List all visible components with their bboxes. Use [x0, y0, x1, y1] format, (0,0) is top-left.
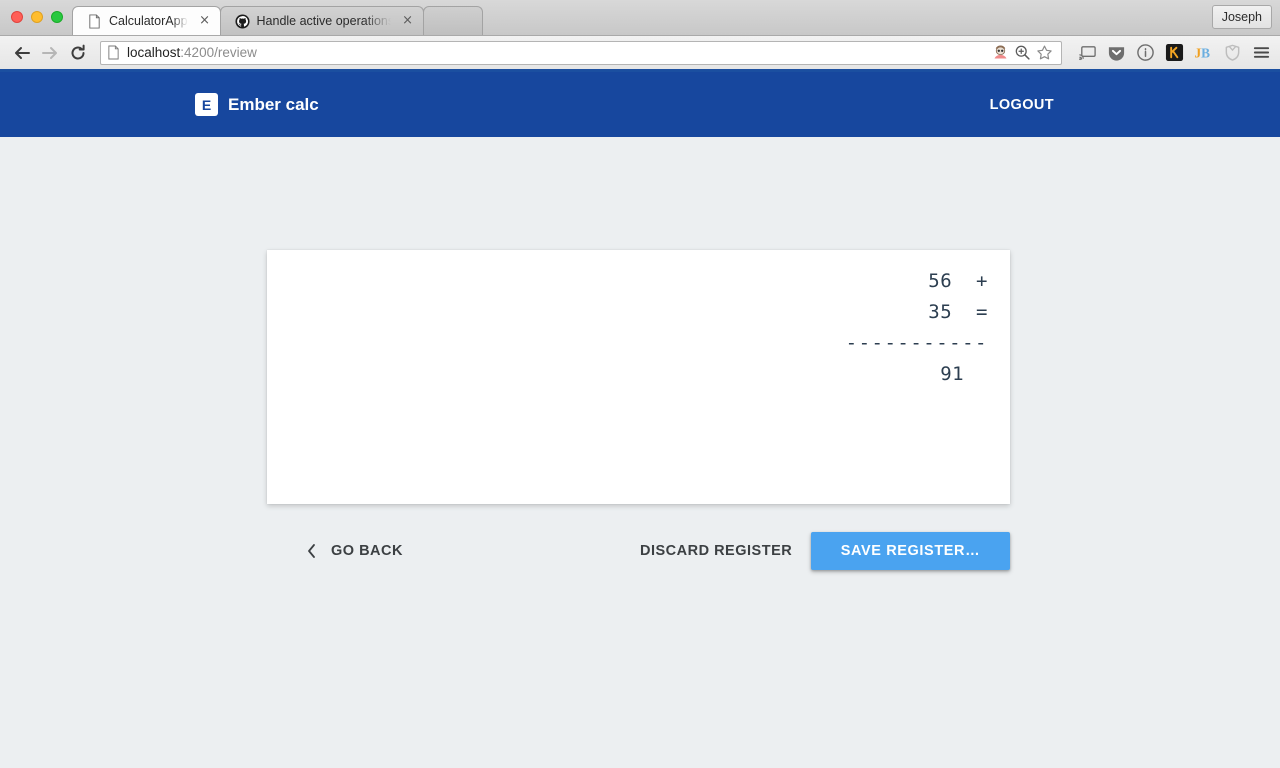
logout-button[interactable]: LOGOUT — [990, 97, 1054, 113]
pocket-icon[interactable] — [1105, 42, 1127, 64]
minimize-window-button[interactable] — [31, 11, 43, 23]
maximize-window-button[interactable] — [51, 11, 63, 23]
browser-window: CalculatorApp × Handle active operations… — [0, 0, 1280, 768]
save-register-label: SAVE REGISTER… — [840, 543, 981, 559]
reload-icon — [71, 44, 85, 59]
browser-titlebar: CalculatorApp × Handle active operations… — [0, 0, 1280, 36]
page-icon — [108, 45, 119, 60]
reload-button[interactable] — [64, 39, 92, 67]
ember-logo-icon: E — [195, 93, 218, 116]
back-button[interactable] — [8, 39, 36, 67]
close-tab-button[interactable]: × — [401, 14, 415, 28]
url-path: :4200/review — [180, 45, 257, 60]
action-bar: GO BACK DISCARD REGISTER SAVE REGISTER… — [0, 532, 1010, 572]
browser-tab-calculatorapp[interactable]: CalculatorApp × — [72, 6, 221, 35]
bookmark-star-icon[interactable] — [1036, 44, 1053, 61]
extension-icons: J B — [1068, 42, 1272, 64]
discard-register-button[interactable]: DISCARD REGISTER — [630, 532, 802, 570]
jb-extension-icon[interactable]: J B — [1192, 42, 1214, 64]
new-tab-button[interactable] — [422, 6, 483, 35]
cast-icon[interactable] — [1076, 42, 1098, 64]
info-circle-icon[interactable] — [1134, 42, 1156, 64]
k-extension-icon[interactable] — [1163, 42, 1185, 64]
address-bar[interactable]: localhost:4200/review — [100, 40, 1062, 65]
tab-strip: CalculatorApp × Handle active operations… — [72, 5, 483, 35]
address-bar-text: localhost:4200/review — [127, 45, 257, 60]
window-controls — [11, 11, 63, 23]
register-result: 91 — [289, 359, 988, 390]
go-back-button[interactable]: GO BACK — [296, 532, 413, 570]
app-header: E Ember calc LOGOUT — [0, 72, 1280, 137]
profile-button[interactable]: Joseph — [1211, 5, 1272, 29]
forward-button[interactable] — [36, 39, 64, 67]
close-window-button[interactable] — [11, 11, 23, 23]
operator-symbol: + — [976, 270, 988, 292]
save-register-button[interactable]: SAVE REGISTER… — [811, 532, 1010, 570]
menu-icon[interactable] — [1250, 42, 1272, 64]
svg-text:B: B — [1201, 46, 1210, 61]
close-tab-button[interactable]: × — [198, 14, 212, 28]
arrow-left-icon — [15, 46, 30, 59]
shield-icon[interactable] — [1221, 42, 1243, 64]
browser-tab-github[interactable]: Handle active operations a × — [219, 6, 424, 35]
register-card: 56 + 35 = ----------- 91 — [267, 250, 1010, 504]
chevron-left-icon — [306, 543, 317, 559]
register-separator: ----------- — [845, 332, 988, 354]
profile-name: Joseph — [1221, 10, 1262, 24]
page-icon — [89, 13, 100, 29]
tab-title: Handle active operations a — [256, 14, 391, 28]
zoom-in-icon[interactable] — [1014, 44, 1031, 61]
github-icon — [234, 13, 250, 29]
operand-value: 35 — [928, 301, 953, 323]
address-bar-actions — [992, 44, 1055, 61]
result-value: 91 — [940, 363, 965, 385]
avatar-icon[interactable] — [992, 44, 1009, 61]
operand-value: 56 — [928, 270, 953, 292]
arrow-right-icon — [42, 46, 57, 59]
app-content: 56 + 35 = ----------- 91 GO BACK DISCARD… — [0, 137, 1280, 768]
go-back-label: GO BACK — [331, 543, 403, 559]
discard-register-label: DISCARD REGISTER — [640, 543, 793, 559]
brand-name: Ember calc — [228, 94, 319, 114]
url-host: localhost — [127, 45, 181, 60]
register-line: 35 = — [289, 297, 988, 328]
register-line: 56 + — [289, 266, 988, 297]
browser-toolbar: localhost:4200/review J B — [0, 36, 1280, 72]
operator-symbol: = — [976, 301, 988, 323]
brand[interactable]: E Ember calc — [195, 93, 319, 116]
tab-title: CalculatorApp — [109, 14, 188, 28]
